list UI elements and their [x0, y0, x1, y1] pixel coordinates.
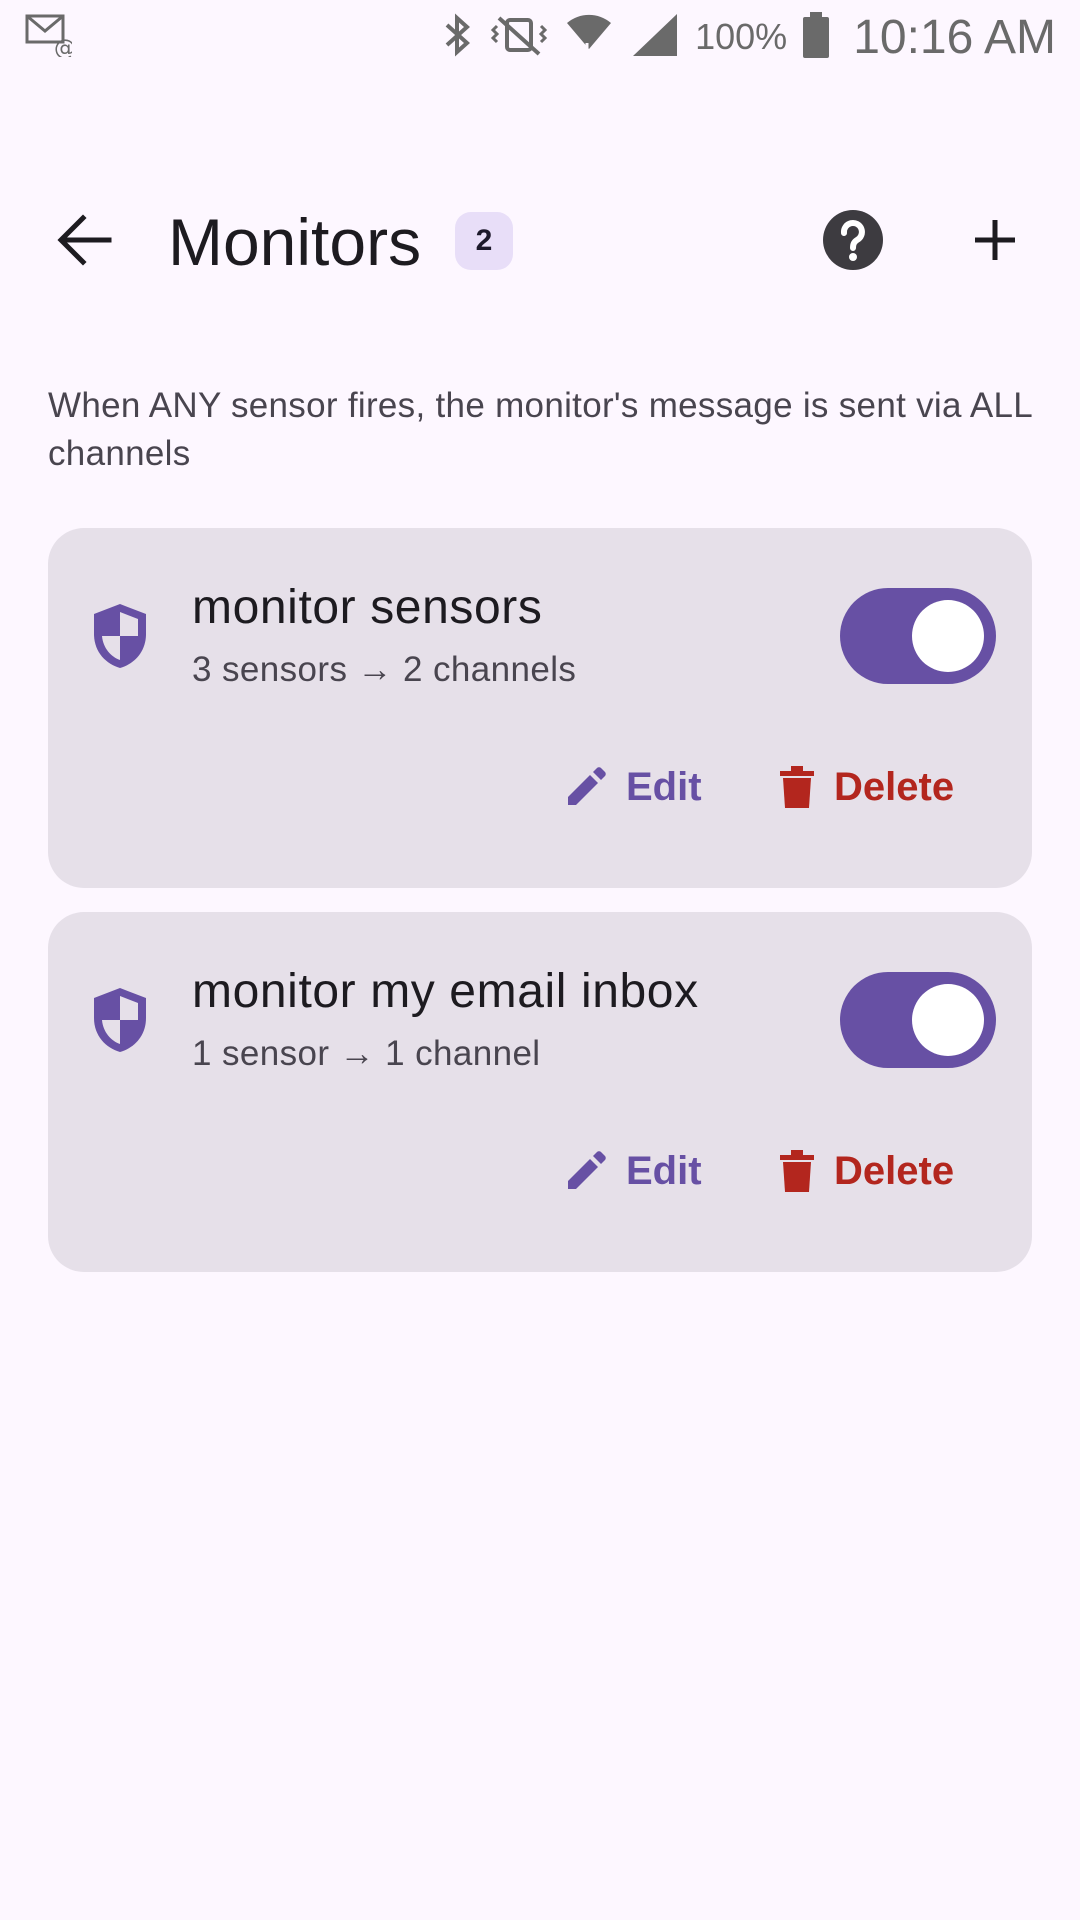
edit-button[interactable]: Edit: [564, 752, 702, 822]
help-button[interactable]: [818, 208, 888, 272]
pencil-icon: [568, 767, 606, 805]
app-bar: Monitors 2: [0, 190, 1080, 290]
help-icon: [823, 210, 883, 270]
delete-label: Delete: [834, 1148, 955, 1193]
pencil-icon: [568, 1151, 606, 1189]
edit-label: Edit: [626, 764, 702, 809]
edit-button[interactable]: Edit: [564, 1136, 702, 1206]
status-bar: @ 100%: [0, 0, 1080, 74]
toggle-thumb: [912, 600, 984, 672]
monitor-name: monitor sensors: [192, 581, 543, 634]
monitor-enabled-toggle[interactable]: [840, 972, 996, 1068]
monitor-name: monitor my email inbox: [192, 965, 699, 1018]
screencast-email-icon: @: [24, 13, 76, 62]
battery-icon: [801, 10, 831, 65]
vibrate-off-icon: [489, 12, 549, 63]
plus-icon: [975, 220, 1015, 260]
clock: 10:16 AM: [853, 10, 1056, 64]
cell-signal-icon: [629, 10, 681, 65]
delete-label: Delete: [834, 764, 955, 809]
add-monitor-button[interactable]: [960, 208, 1030, 272]
svg-text:@: @: [54, 36, 72, 57]
delete-button[interactable]: Delete: [778, 1136, 954, 1206]
trash-icon: [780, 1150, 814, 1192]
arrow-back-icon: [57, 214, 112, 266]
monitor-count-badge: 2: [455, 212, 513, 270]
wifi-icon: [563, 9, 615, 66]
monitor-summary: 1 sensor → 1 channel: [192, 1034, 541, 1073]
monitor-card: monitor my email inbox 1 sensor → 1 chan…: [48, 912, 1032, 1272]
back-button[interactable]: [50, 210, 120, 270]
shield-icon: [94, 604, 146, 668]
edit-label: Edit: [626, 1148, 702, 1193]
monitor-enabled-toggle[interactable]: [840, 588, 996, 684]
battery-percent: 100%: [695, 16, 788, 57]
monitor-card: monitor sensors 3 sensors → 2 channels E…: [48, 528, 1032, 888]
trash-icon: [780, 766, 814, 808]
delete-button[interactable]: Delete: [778, 752, 954, 822]
monitor-summary: 3 sensors → 2 channels: [192, 650, 577, 689]
page-title: Monitors: [168, 205, 422, 279]
bluetooth-icon: [441, 12, 475, 63]
info-text: When ANY sensor fires, the monitor's mes…: [48, 386, 1032, 473]
toggle-thumb: [912, 984, 984, 1056]
shield-icon: [94, 988, 146, 1052]
